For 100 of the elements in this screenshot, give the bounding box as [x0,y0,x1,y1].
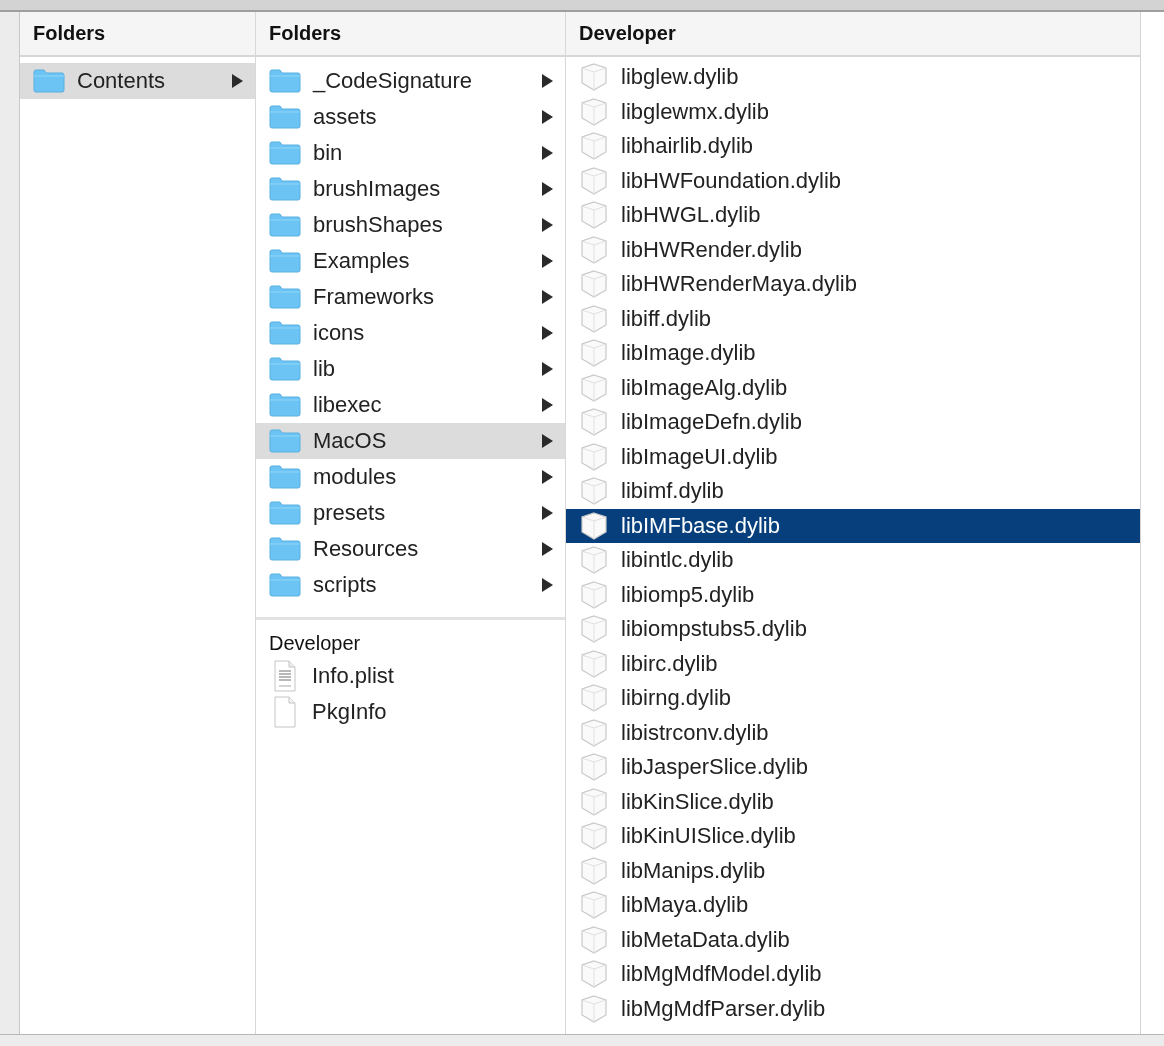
list-item[interactable]: assets [256,99,565,135]
cube-icon [579,855,609,886]
list-item[interactable]: libManips.dylib [566,853,1140,888]
cube-icon [579,96,609,127]
list-item[interactable]: presets [256,495,565,531]
folder-icon [269,69,301,93]
list-item[interactable]: libMetaData.dylib [566,922,1140,957]
document-icon [272,660,298,692]
list-item[interactable]: libexec [256,387,565,423]
list-item[interactable]: libImageUI.dylib [566,439,1140,474]
list-item[interactable]: libiompstubs5.dylib [566,612,1140,647]
list-item[interactable]: libImageAlg.dylib [566,370,1140,405]
list-item[interactable]: libhairlib.dylib [566,129,1140,164]
list-item[interactable]: libHWRenderMaya.dylib [566,267,1140,302]
disclosure-arrow-icon [542,74,553,88]
cube-icon [579,959,609,990]
folder-icon [269,393,301,417]
cube-icon [579,234,609,265]
disclosure-arrow-icon [542,398,553,412]
cube-icon [579,924,609,955]
list-item[interactable]: libiff.dylib [566,301,1140,336]
folder-icon [269,357,301,381]
folder-icon [269,141,301,165]
disclosure-arrow-icon [542,326,553,340]
list-item[interactable]: libJasperSlice.dylib [566,750,1140,785]
cube-icon [579,62,609,93]
cube-icon [579,200,609,231]
cube-icon [579,579,609,610]
folder-icon [269,213,301,237]
disclosure-arrow-icon [542,470,553,484]
list-item[interactable]: modules [256,459,565,495]
list-item[interactable]: libirc.dylib [566,646,1140,681]
folder-icon [33,69,65,93]
list-item[interactable]: libirng.dylib [566,681,1140,716]
folder-icon [269,249,301,273]
folder-icon [269,537,301,561]
list-item[interactable]: brushImages [256,171,565,207]
cube-icon [579,476,609,507]
list-item[interactable]: libHWFoundation.dylib [566,163,1140,198]
cube-icon [579,890,609,921]
list-item[interactable]: libImageDefn.dylib [566,405,1140,440]
list-item[interactable]: libglew.dylib [566,60,1140,95]
list-item[interactable]: libMaya.dylib [566,888,1140,923]
folder-icon [269,285,301,309]
disclosure-arrow-icon [542,506,553,520]
list-item[interactable]: libMgMdfParser.dylib [566,991,1140,1026]
disclosure-arrow-icon [542,146,553,160]
cube-icon [579,717,609,748]
list-item[interactable]: libistrconv.dylib [566,715,1140,750]
disclosure-arrow-icon [542,110,553,124]
disclosure-arrow-icon [542,182,553,196]
list-item[interactable]: Examples [256,243,565,279]
list-item[interactable]: Resources [256,531,565,567]
list-item[interactable]: lib [256,351,565,387]
list-item[interactable]: libimf.dylib [566,474,1140,509]
list-item[interactable]: libintlc.dylib [566,543,1140,578]
folder-icon [269,321,301,345]
list-item[interactable]: brushShapes [256,207,565,243]
list-item[interactable]: _CodeSignature [256,63,565,99]
list-item[interactable]: libiomp5.dylib [566,577,1140,612]
list-item[interactable]: libKinSlice.dylib [566,784,1140,819]
disclosure-arrow-icon [542,362,553,376]
cube-icon [579,441,609,472]
cube-icon [579,545,609,576]
cube-icon [579,614,609,645]
list-item[interactable]: Info.plist [256,658,565,694]
cube-icon [579,338,609,369]
disclosure-arrow-icon [542,542,553,556]
list-item[interactable]: libHWRender.dylib [566,232,1140,267]
list-item[interactable]: PkgInfo [256,694,565,730]
cube-icon [579,165,609,196]
section-title: Developer [268,630,362,656]
list-item[interactable]: libHWGL.dylib [566,198,1140,233]
column-header: Folders [20,12,255,57]
folder-icon [269,429,301,453]
list-item[interactable]: libKinUISlice.dylib [566,819,1140,854]
cube-icon [579,269,609,300]
list-item[interactable]: libIMFbase.dylib [566,508,1140,543]
list-item[interactable]: libglewmx.dylib [566,94,1140,129]
list-item[interactable]: Contents [20,63,255,99]
disclosure-arrow-icon [542,290,553,304]
cube-icon [579,648,609,679]
column-header: Folders [256,12,565,57]
disclosure-arrow-icon [542,254,553,268]
disclosure-arrow-icon [232,74,243,88]
list-item[interactable]: Frameworks [256,279,565,315]
list-item[interactable]: icons [256,315,565,351]
cube-icon [579,303,609,334]
cube-icon [579,407,609,438]
list-item[interactable]: libMgMdfModel.dylib [566,957,1140,992]
cube-icon [579,786,609,817]
folder-icon [269,573,301,597]
folder-icon [269,105,301,129]
disclosure-arrow-icon [542,434,553,448]
list-item[interactable]: bin [256,135,565,171]
folder-icon [269,465,301,489]
cube-icon [579,683,609,714]
list-item[interactable]: MacOS [256,423,565,459]
list-item[interactable]: libImage.dylib [566,336,1140,371]
list-item[interactable]: scripts [256,567,565,603]
